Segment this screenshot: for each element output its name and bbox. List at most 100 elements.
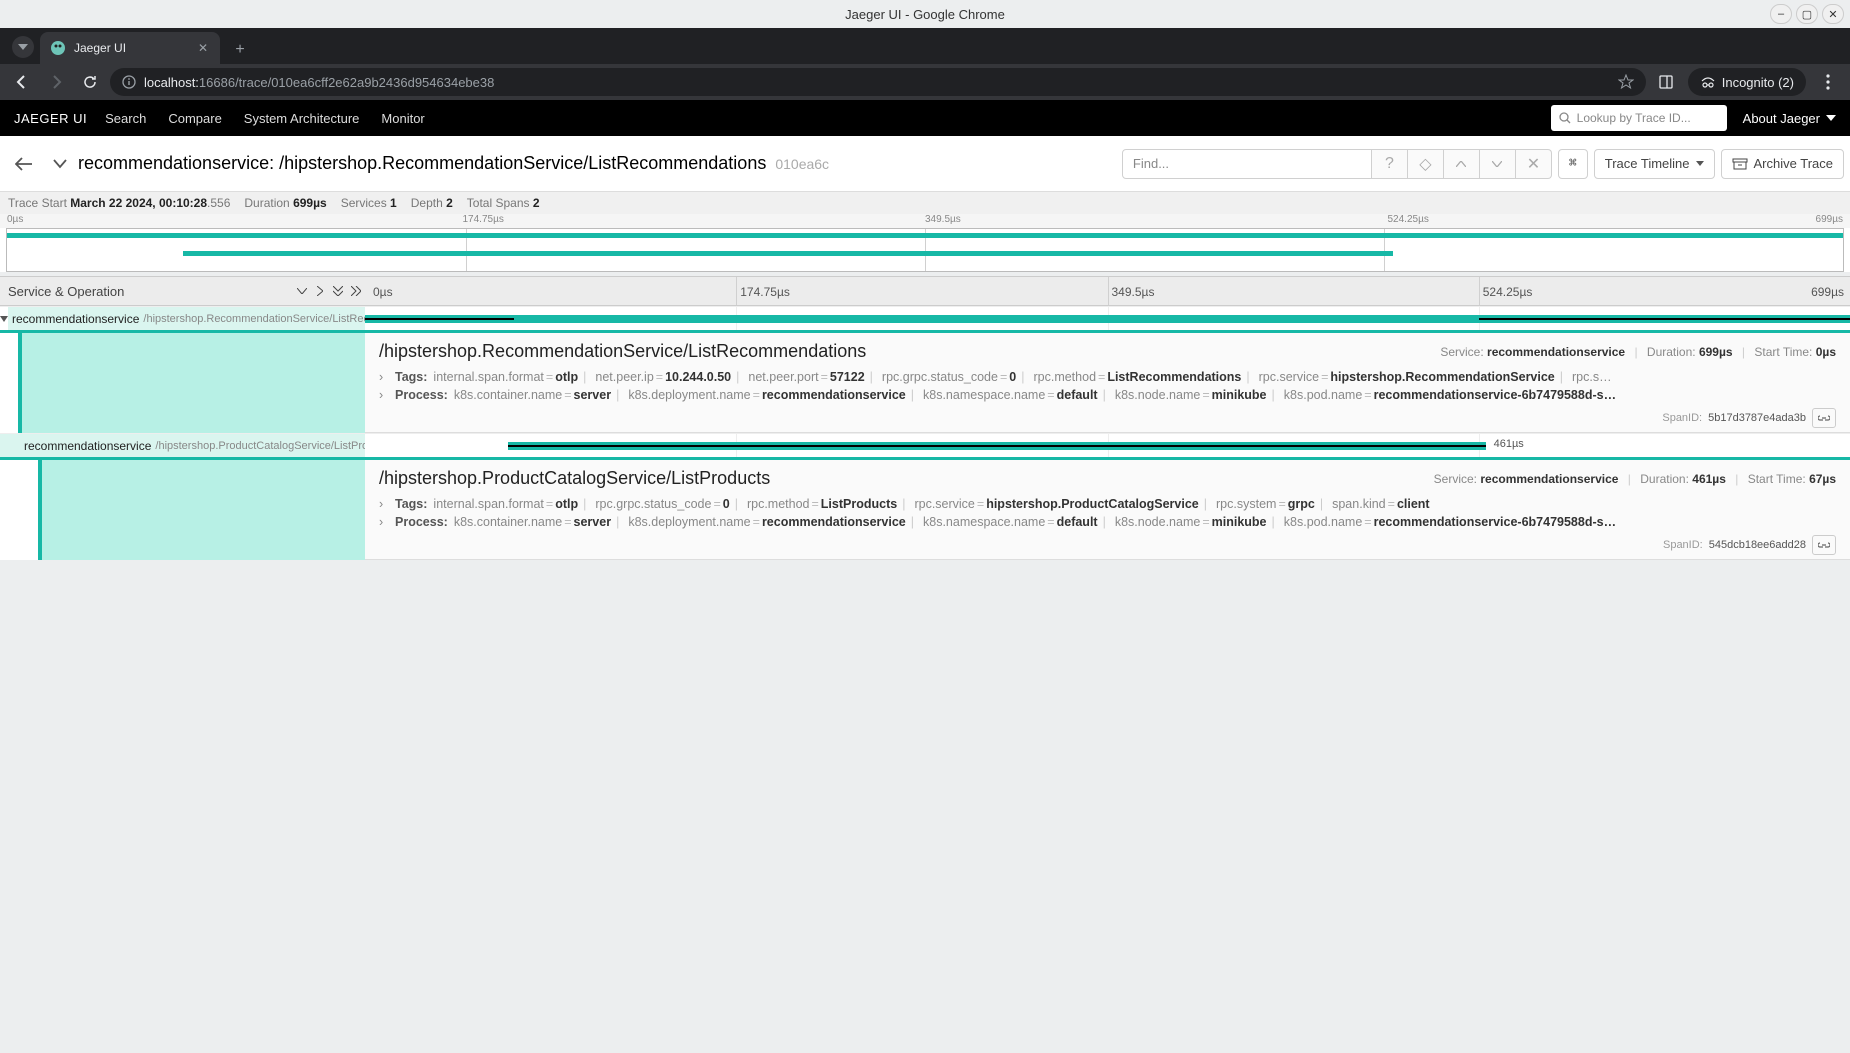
chrome-toolbar: localhost:16686/trace/010ea6cff2e62a9b24…	[0, 64, 1850, 100]
span-toggle[interactable]	[0, 307, 8, 330]
nav-system-architecture[interactable]: System Architecture	[244, 111, 360, 126]
collapse-one-button[interactable]	[329, 282, 347, 300]
chrome-menu-icon[interactable]	[1814, 68, 1842, 96]
expand-process-icon[interactable]: ›	[379, 388, 395, 402]
chrome-reload-button[interactable]	[76, 68, 104, 96]
kv-pair: k8s.node.name=minikube|	[1115, 515, 1280, 529]
minimap-span-bar	[7, 233, 1843, 238]
trace-back-button[interactable]	[6, 146, 42, 182]
nav-search[interactable]: Search	[105, 111, 146, 126]
expand-tags-icon[interactable]: ›	[379, 497, 395, 511]
keyboard-shortcuts-button[interactable]: ⌘	[1558, 149, 1588, 179]
tags-row[interactable]: › Tags: internal.span.format=otlp|net.pe…	[379, 368, 1836, 386]
minimize-button[interactable]: –	[1770, 4, 1792, 24]
trace-meta-bar: Trace Start March 22 2024, 00:10:28.556 …	[0, 192, 1850, 214]
trace-timeline-dropdown[interactable]: Trace Timeline	[1594, 149, 1715, 179]
kv-pair: rpc.grpc.status_code=0|	[882, 370, 1030, 384]
bookmark-icon[interactable]	[1618, 74, 1634, 90]
minimap-span-bar	[183, 251, 1393, 256]
chevron-down-icon	[1696, 161, 1704, 166]
archive-icon	[1732, 158, 1748, 170]
maximize-button[interactable]: ▢	[1796, 4, 1818, 24]
find-input[interactable]: Find...	[1122, 149, 1372, 179]
chrome-tabstrip: Jaeger UI ✕ +	[0, 28, 1850, 64]
trace-id: 010ea6c	[775, 156, 829, 172]
collapse-all-button[interactable]	[293, 282, 311, 300]
span-row[interactable]: recommendationservice /hipstershop.Recom…	[0, 306, 1850, 330]
chrome-forward-button[interactable]	[42, 68, 70, 96]
chevron-down-icon	[1826, 115, 1836, 121]
find-clear-button[interactable]: ◇	[1408, 149, 1444, 179]
nav-monitor[interactable]: Monitor	[381, 111, 424, 126]
search-icon	[1559, 112, 1571, 124]
jaeger-favicon	[50, 40, 66, 56]
find-close-button[interactable]: ✕	[1516, 149, 1552, 179]
kv-pair: k8s.container.name=server|	[454, 388, 625, 402]
nav-compare[interactable]: Compare	[168, 111, 221, 126]
side-panel-icon[interactable]	[1652, 68, 1680, 96]
span-service: recommendationservice	[12, 312, 139, 326]
kv-pair: rpc.s…	[1572, 370, 1612, 384]
find-next-button[interactable]	[1480, 149, 1516, 179]
chrome-urlbar[interactable]: localhost:16686/trace/010ea6cff2e62a9b24…	[110, 68, 1646, 96]
detail-operation-name: /hipstershop.RecommendationService/ListR…	[379, 341, 1440, 362]
kv-pair: rpc.service=hipstershop.RecommendationSe…	[1259, 370, 1568, 384]
tab-close-icon[interactable]: ✕	[196, 39, 210, 57]
service-operation-header: Service & Operation 0µs 174.75µs 349.5µs…	[0, 276, 1850, 306]
chrome-back-button[interactable]	[8, 68, 36, 96]
trace-body: recommendationservice /hipstershop.Recom…	[0, 306, 1850, 560]
tab-title: Jaeger UI	[74, 41, 126, 55]
trace-title: recommendationservice: /hipstershop.Reco…	[78, 154, 829, 174]
jaeger-topnav: JAEGER UI Search Compare System Architec…	[0, 100, 1850, 136]
kv-pair: span.kind=client	[1332, 497, 1429, 511]
url-path: 16686/trace/010ea6cff2e62a9b2436d954634e…	[199, 75, 494, 90]
minimap-region: 0µs 174.75µs 349.5µs 524.25µs 699µs	[0, 214, 1850, 272]
new-tab-button[interactable]: +	[226, 36, 254, 64]
detail-operation-name: /hipstershop.ProductCatalogService/ListP…	[379, 468, 1434, 489]
span-link-button[interactable]	[1812, 535, 1836, 555]
kv-pair: k8s.pod.name=recommendationservice-6b747…	[1284, 388, 1616, 402]
window-title: Jaeger UI - Google Chrome	[845, 7, 1005, 22]
kv-pair: k8s.deployment.name=recommendationservic…	[628, 388, 919, 402]
kv-pair: k8s.namespace.name=default|	[923, 388, 1111, 402]
kv-pair: rpc.service=hipstershop.ProductCatalogSe…	[914, 497, 1212, 511]
lookup-trace-input[interactable]: Lookup by Trace ID...	[1551, 105, 1727, 131]
gantt-bar[interactable]	[508, 442, 1487, 450]
span-id: 5b17d3787e4ada3b	[1708, 412, 1806, 424]
so-title: Service & Operation	[8, 284, 293, 299]
tabs-search-button[interactable]	[12, 36, 34, 58]
span-row[interactable]: recommendationservice /hipstershop.Produ…	[0, 433, 1850, 457]
kv-pair: internal.span.format=otlp|	[433, 370, 591, 384]
lookup-placeholder: Lookup by Trace ID...	[1577, 111, 1691, 125]
trace-collapse-toggle[interactable]	[42, 146, 78, 182]
expand-all-button[interactable]	[347, 282, 365, 300]
url-host: localhost:	[144, 75, 199, 90]
kv-pair: rpc.method=ListProducts|	[747, 497, 911, 511]
minimap[interactable]	[6, 228, 1844, 272]
chrome-tab[interactable]: Jaeger UI ✕	[40, 32, 220, 64]
span-operation: /hipstershop.ProductCatalogService/ListP…	[155, 440, 365, 452]
find-prev-button[interactable]	[1444, 149, 1480, 179]
gantt-duration-label: 461µs	[1494, 438, 1524, 450]
span-service: recommendationservice	[24, 439, 151, 453]
process-row[interactable]: › Process: k8s.container.name=server|k8s…	[379, 386, 1836, 404]
process-row[interactable]: › Process: k8s.container.name=server|k8s…	[379, 513, 1836, 531]
expand-process-icon[interactable]: ›	[379, 515, 395, 529]
site-info-icon[interactable]	[122, 75, 136, 89]
kv-pair: rpc.grpc.status_code=0|	[595, 497, 743, 511]
link-icon	[1818, 413, 1830, 423]
expand-tags-icon[interactable]: ›	[379, 370, 395, 384]
about-jaeger-dropdown[interactable]: About Jaeger	[1743, 111, 1836, 126]
span-link-button[interactable]	[1812, 408, 1836, 428]
tags-row[interactable]: › Tags: internal.span.format=otlp|rpc.gr…	[379, 495, 1836, 513]
find-help-button[interactable]: ?	[1372, 149, 1408, 179]
gantt-bar[interactable]	[365, 315, 1850, 323]
expand-one-button[interactable]	[311, 282, 329, 300]
archive-trace-button[interactable]: Archive Trace	[1721, 149, 1844, 179]
incognito-badge[interactable]: Incognito (2)	[1688, 68, 1806, 96]
kv-pair: net.peer.ip=10.244.0.50|	[595, 370, 744, 384]
kv-pair: k8s.node.name=minikube|	[1115, 388, 1280, 402]
close-button[interactable]: ✕	[1822, 4, 1844, 24]
jaeger-brand[interactable]: JAEGER UI	[14, 111, 87, 126]
minimap-ruler: 0µs 174.75µs 349.5µs 524.25µs 699µs	[0, 214, 1850, 228]
